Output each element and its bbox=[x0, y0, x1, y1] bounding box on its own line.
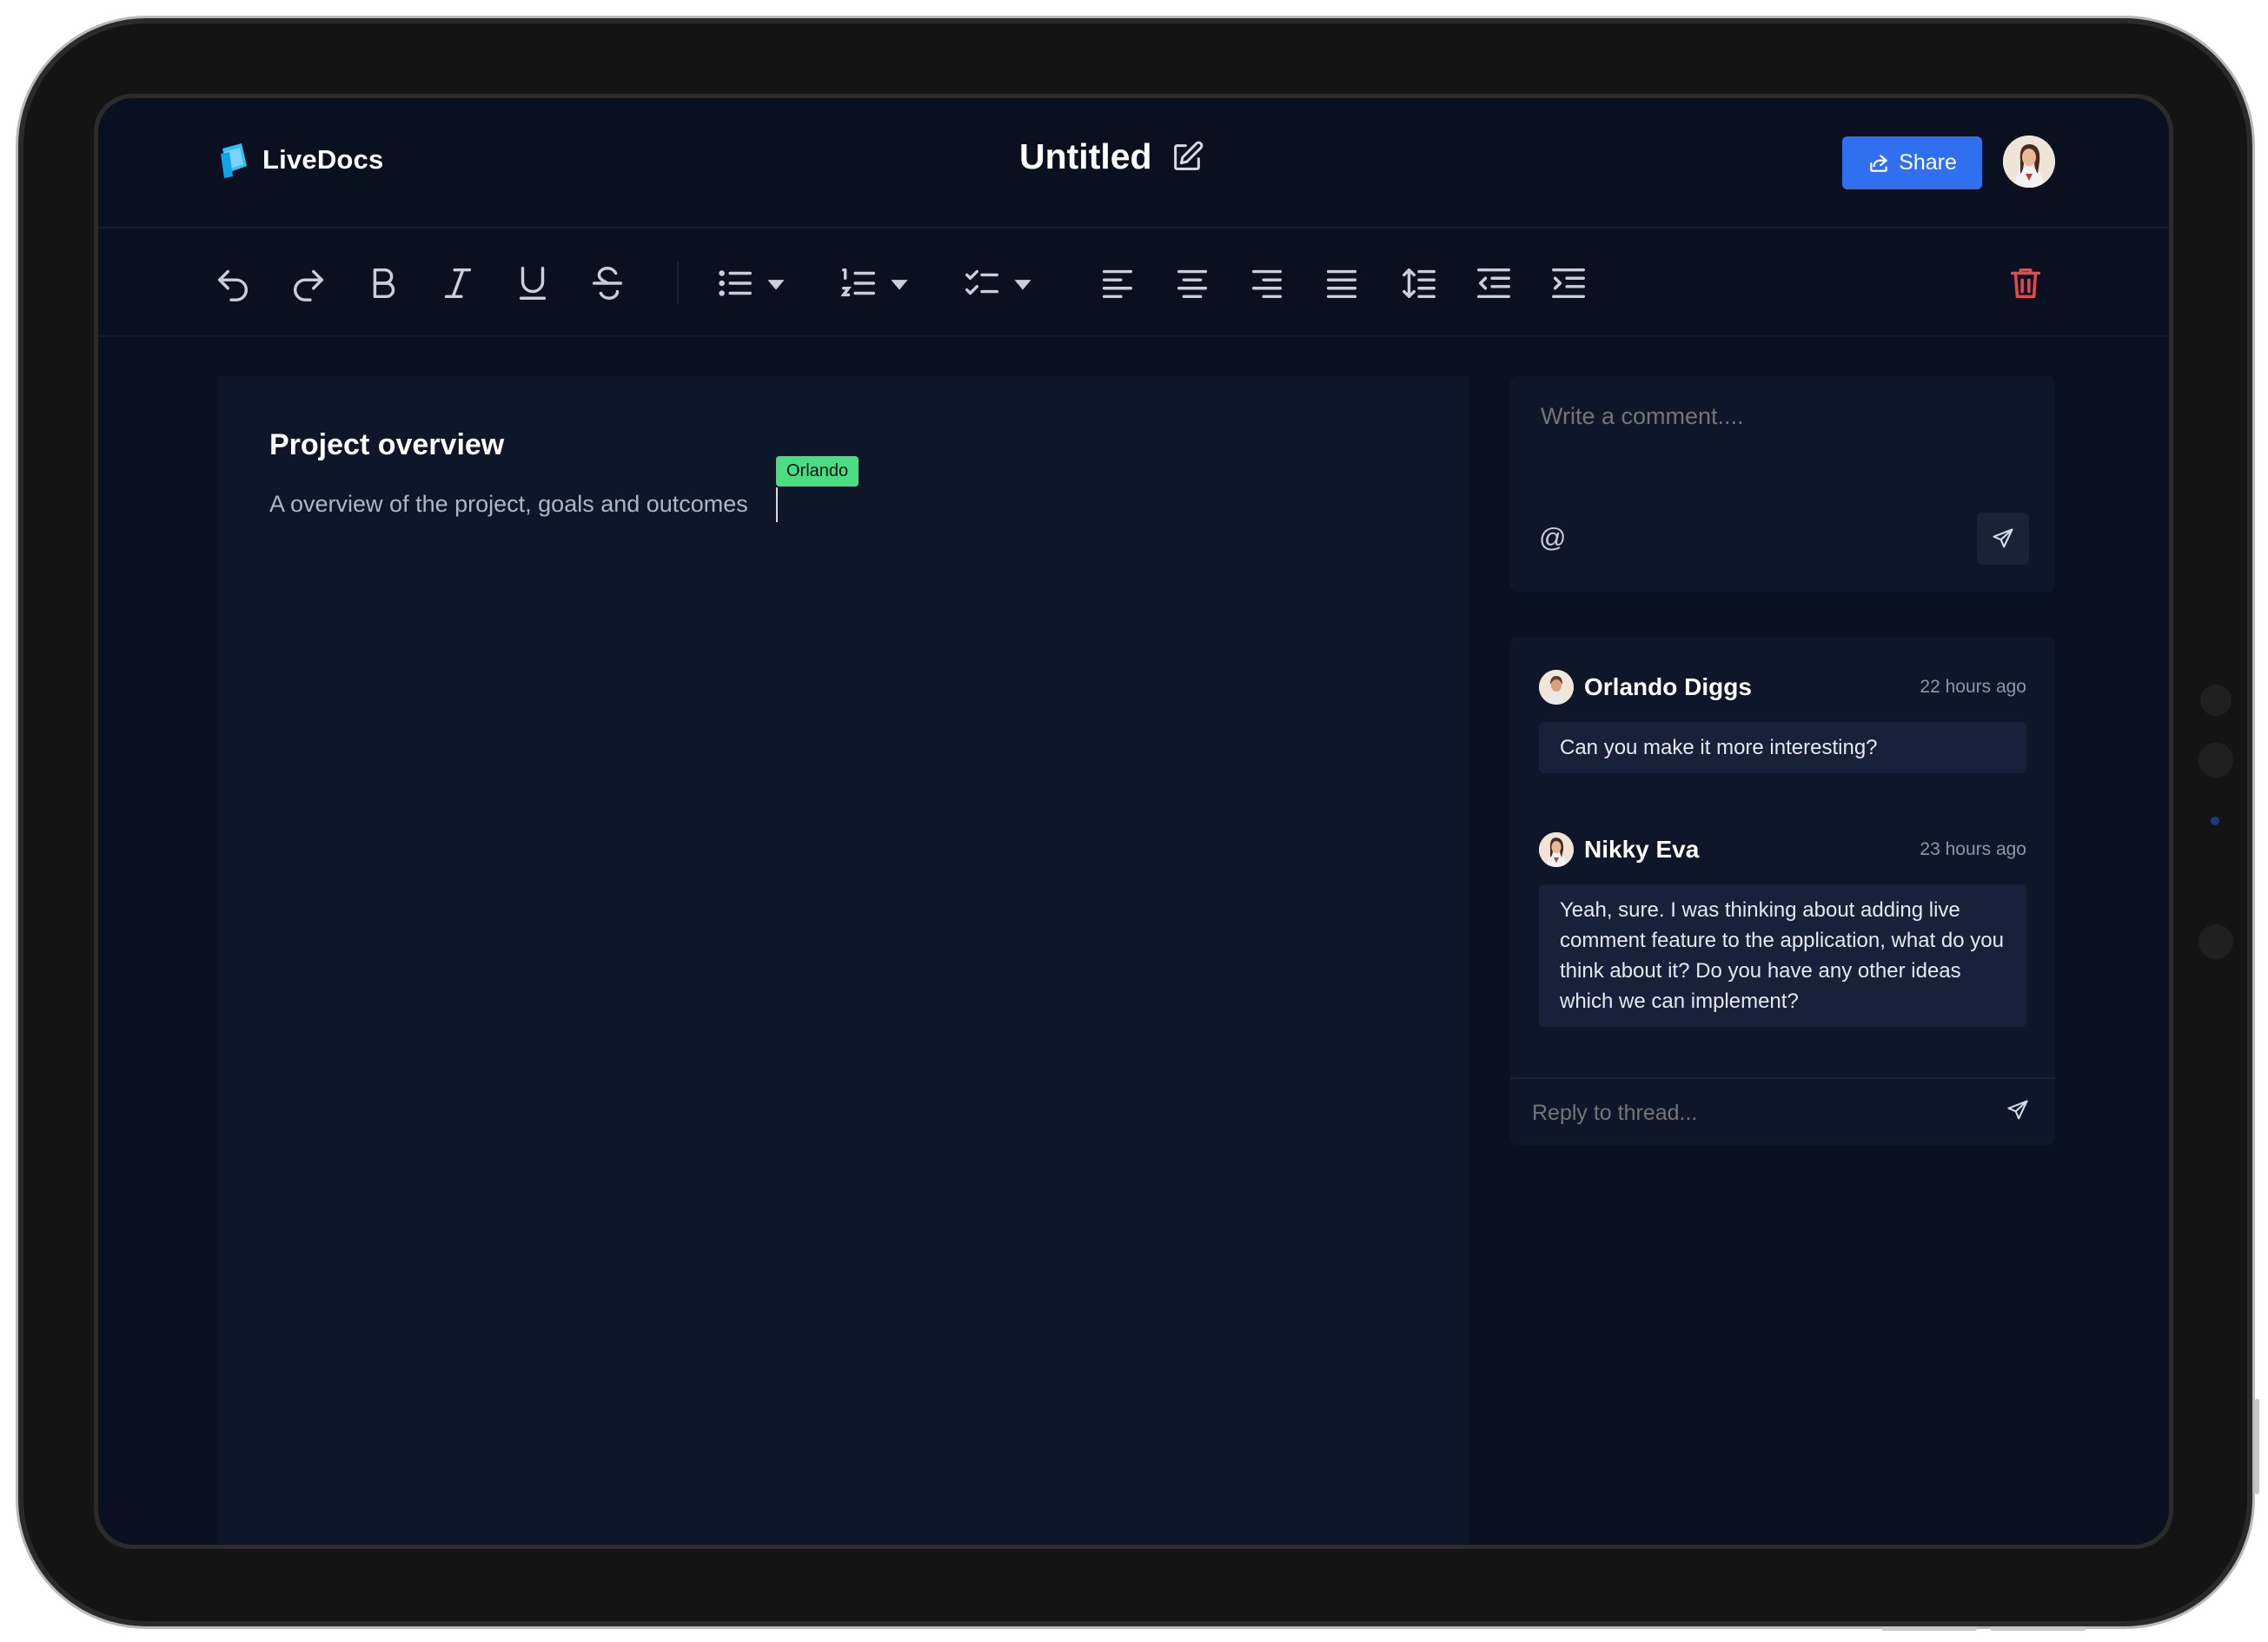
comment-author: Nikky Eva bbox=[1584, 836, 1700, 863]
send-reply-button[interactable] bbox=[1999, 1091, 2037, 1129]
logo-icon bbox=[221, 143, 247, 178]
bottom-button bbox=[1881, 1626, 1977, 1631]
outdent-icon[interactable] bbox=[1474, 263, 1514, 303]
logo[interactable]: LiveDocs bbox=[217, 140, 383, 180]
checklist-caret-icon[interactable] bbox=[1012, 263, 1033, 303]
italic-icon[interactable] bbox=[438, 263, 478, 303]
collaborator-cursor bbox=[776, 487, 778, 522]
user-avatar[interactable] bbox=[2003, 136, 2055, 188]
send-comment-button[interactable] bbox=[1977, 513, 2029, 565]
comment-thread: Orlando Diggs 22 hours ago Can you make … bbox=[1510, 637, 2055, 1145]
document-title-area: Untitled bbox=[1019, 136, 1204, 177]
bottom-button-2 bbox=[1990, 1626, 2086, 1631]
comment-timestamp: 22 hours ago bbox=[1920, 677, 2026, 697]
comment-item: Orlando Diggs 22 hours ago Can you make … bbox=[1539, 670, 2026, 773]
align-right-icon[interactable] bbox=[1247, 263, 1287, 303]
bullet-list-caret-icon[interactable] bbox=[766, 263, 786, 303]
screen: LiveDocs Untitled Share Project overview… bbox=[98, 98, 2169, 1545]
share-icon bbox=[1870, 154, 1887, 172]
redo-icon[interactable] bbox=[288, 263, 328, 303]
document-heading[interactable]: Project overview bbox=[269, 428, 504, 462]
volume-button bbox=[2255, 1399, 2259, 1494]
checklist-icon[interactable] bbox=[962, 263, 1002, 303]
comment-input[interactable] bbox=[1539, 402, 2029, 431]
strikethrough-icon[interactable] bbox=[587, 263, 627, 303]
formatting-toolbar bbox=[98, 228, 2169, 337]
share-button[interactable]: Share bbox=[1842, 136, 1982, 189]
edit-icon[interactable] bbox=[1170, 140, 1204, 175]
comment-timestamp: 23 hours ago bbox=[1920, 839, 2026, 859]
comment-author: Orlando Diggs bbox=[1584, 673, 1752, 700]
share-label: Share bbox=[1899, 150, 1957, 175]
send-icon bbox=[1993, 528, 2013, 548]
comment-avatar bbox=[1539, 832, 1574, 867]
indent-icon[interactable] bbox=[1548, 263, 1588, 303]
document-title[interactable]: Untitled bbox=[1019, 136, 1152, 177]
align-justify-icon[interactable] bbox=[1322, 263, 1362, 303]
comment-text: Yeah, sure. I was thinking about adding … bbox=[1539, 884, 2026, 1027]
camera-sensor bbox=[2200, 685, 2232, 716]
reply-input[interactable] bbox=[1530, 1100, 1951, 1127]
camera-indicator bbox=[2211, 817, 2219, 825]
avatar-image bbox=[2003, 136, 2055, 188]
toolbar-separator bbox=[677, 262, 679, 303]
bold-icon[interactable] bbox=[363, 263, 403, 303]
collaborator-cursor-label: Orlando bbox=[776, 456, 859, 487]
comment-text: Can you make it more interesting? bbox=[1539, 722, 2026, 773]
underline-icon[interactable] bbox=[513, 263, 553, 303]
undo-icon[interactable] bbox=[213, 263, 253, 303]
document-editor[interactable]: Project overview A overview of the proje… bbox=[217, 376, 1469, 1545]
numbered-list-caret-icon[interactable] bbox=[889, 263, 910, 303]
comment-avatar bbox=[1539, 670, 1574, 705]
camera-flash bbox=[2198, 924, 2233, 959]
reply-bar bbox=[1510, 1077, 2055, 1145]
comment-item: Nikky Eva 23 hours ago Yeah, sure. I was… bbox=[1539, 832, 2026, 1027]
numbered-list-icon[interactable] bbox=[839, 263, 879, 303]
bullet-list-icon[interactable] bbox=[715, 263, 755, 303]
camera-lens bbox=[2198, 743, 2233, 778]
comment-composer: @ bbox=[1510, 376, 2055, 592]
align-center-icon[interactable] bbox=[1172, 263, 1212, 303]
app-header: LiveDocs Untitled Share bbox=[98, 98, 2169, 228]
trash-icon[interactable] bbox=[2006, 263, 2046, 303]
document-body-text[interactable]: A overview of the project, goals and out… bbox=[269, 491, 748, 518]
align-left-icon[interactable] bbox=[1098, 263, 1137, 303]
mention-icon[interactable]: @ bbox=[1539, 522, 1566, 553]
app-name: LiveDocs bbox=[262, 144, 384, 175]
send-icon bbox=[2007, 1100, 2028, 1120]
line-height-icon[interactable] bbox=[1399, 263, 1439, 303]
